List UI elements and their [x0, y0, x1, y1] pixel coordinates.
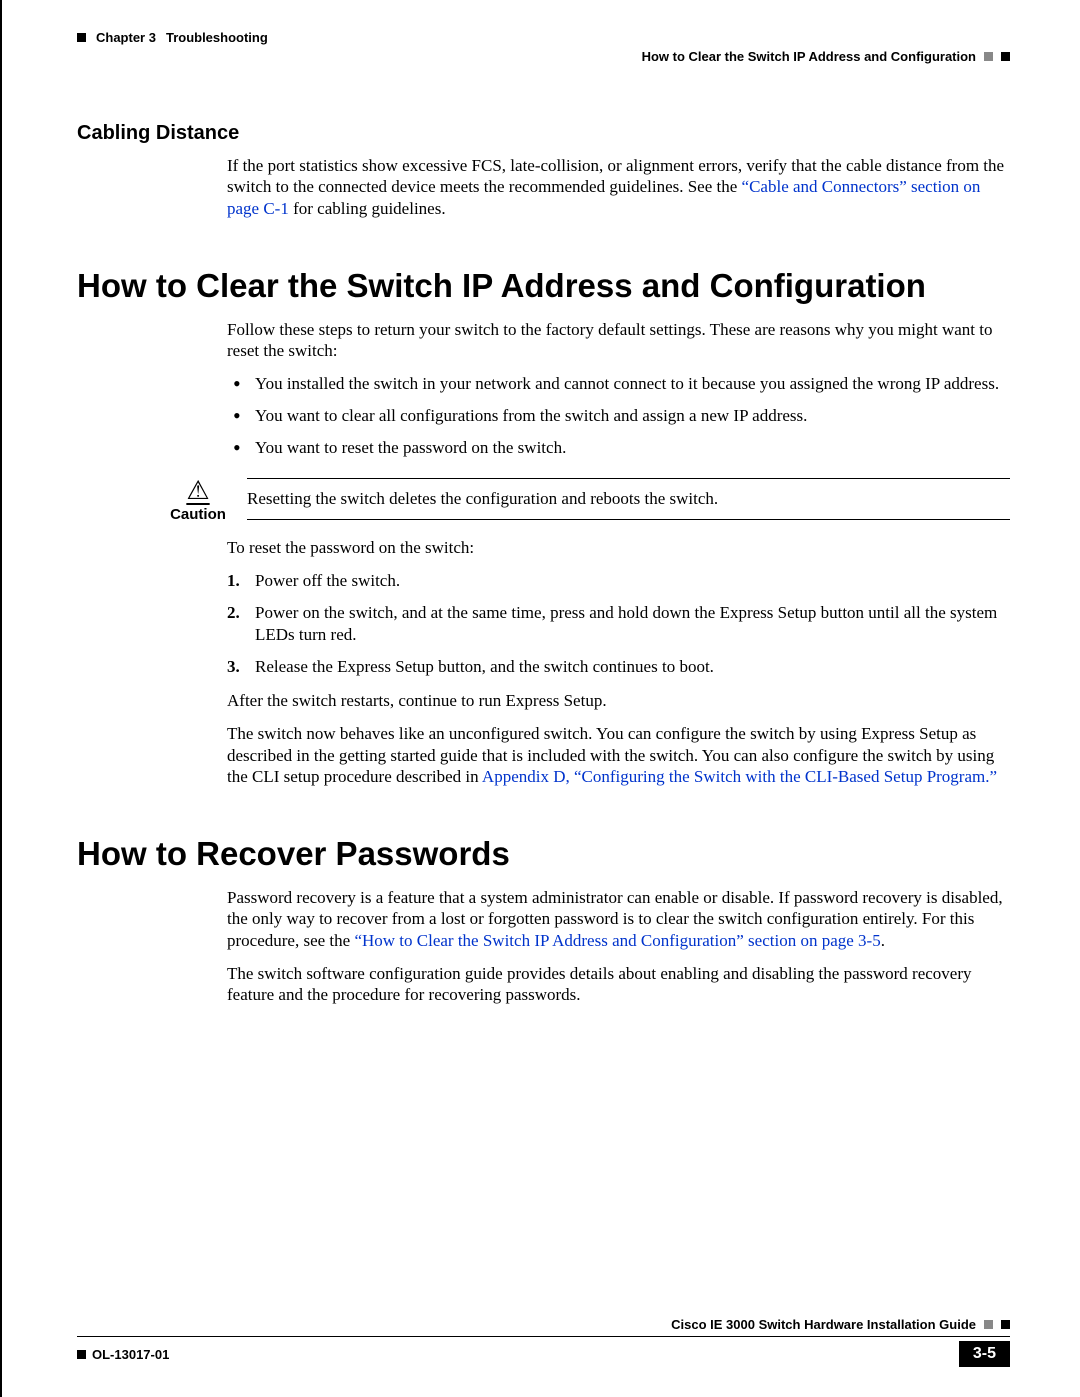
page-footer: Cisco IE 3000 Switch Hardware Installati…	[77, 1317, 1010, 1367]
page-header: Chapter 3 Troubleshooting	[77, 30, 1010, 45]
footer-doc-number: OL-13017-01	[92, 1347, 169, 1362]
heading-cabling-distance: Cabling Distance	[77, 122, 1010, 145]
list-item: You want to clear all configurations fro…	[255, 405, 1010, 427]
text: for cabling guidelines.	[289, 199, 446, 218]
caution-block: ⚠ Caution Resetting the switch deletes t…	[169, 478, 1010, 523]
link-appendix-d[interactable]: Appendix D, “Configuring the Switch with…	[482, 767, 997, 786]
text: .	[881, 931, 885, 950]
caution-icon: ⚠	[169, 478, 227, 504]
list-item: You want to reset the password on the sw…	[255, 437, 1010, 459]
unconfigured-para: The switch now behaves like an unconfigu…	[227, 723, 1010, 787]
link-clear-ip-section[interactable]: “How to Clear the Switch IP Address and …	[354, 931, 880, 950]
footer-marker-icon	[77, 1350, 86, 1359]
caution-label: Caution	[169, 506, 227, 523]
chapter-label: Chapter 3	[96, 30, 156, 45]
footer-marker-icon	[1001, 1320, 1010, 1329]
footer-marker-icon	[984, 1320, 993, 1329]
recover-para2: The switch software configuration guide …	[227, 963, 1010, 1006]
reasons-list: You installed the switch in your network…	[227, 373, 1010, 459]
header-section: How to Clear the Switch IP Address and C…	[642, 49, 976, 64]
list-item: Release the Express Setup button, and th…	[255, 656, 1010, 678]
page-number: 3-5	[959, 1341, 1010, 1367]
steps-list: Power off the switch. Power on the switc…	[227, 570, 1010, 678]
list-item: You installed the switch in your network…	[255, 373, 1010, 395]
header-marker-icon	[1001, 52, 1010, 61]
cabling-paragraph: If the port statistics show excessive FC…	[227, 155, 1010, 219]
caution-text: Resetting the switch deletes the configu…	[247, 478, 1010, 520]
recover-para1: Password recovery is a feature that a sy…	[227, 887, 1010, 951]
heading-recover-passwords: How to Recover Passwords	[77, 835, 1010, 873]
list-item: Power off the switch.	[255, 570, 1010, 592]
header-marker-icon	[77, 33, 86, 42]
after-restart-text: After the switch restarts, continue to r…	[227, 690, 1010, 711]
chapter-title: Troubleshooting	[166, 30, 268, 45]
reset-intro: To reset the password on the switch:	[227, 537, 1010, 558]
footer-guide-title: Cisco IE 3000 Switch Hardware Installati…	[671, 1317, 976, 1332]
clear-ip-intro: Follow these steps to return your switch…	[227, 319, 1010, 362]
list-item: Power on the switch, and at the same tim…	[255, 602, 1010, 646]
heading-clear-ip: How to Clear the Switch IP Address and C…	[77, 267, 1010, 305]
header-marker-icon	[984, 52, 993, 61]
